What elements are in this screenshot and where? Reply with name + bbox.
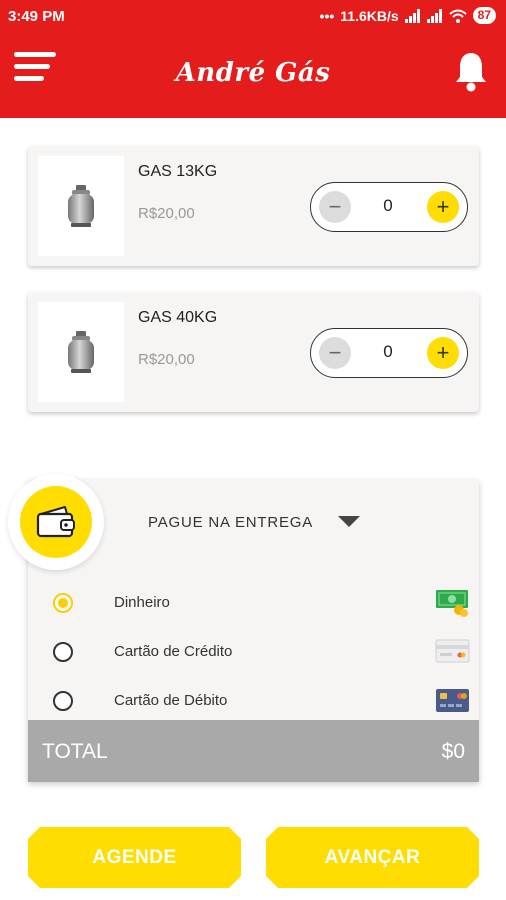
- bell-icon[interactable]: [454, 50, 488, 92]
- payment-option-credit-card[interactable]: Cartão de Crédito: [28, 635, 479, 675]
- payment-option-label: Dinheiro: [114, 594, 170, 611]
- status-indicators: ••• 11.6KB/s 87: [320, 7, 496, 24]
- quantity-stepper: − 0 +: [310, 182, 468, 232]
- network-speed: 11.6KB/s: [340, 7, 399, 24]
- radio-button[interactable]: [53, 642, 73, 662]
- status-dots: •••: [319, 7, 335, 24]
- gas-cylinder-icon: [68, 331, 94, 373]
- next-button[interactable]: AVANÇAR: [266, 827, 479, 888]
- credit-card-icon: [435, 639, 470, 663]
- wallet-icon-circle: [20, 486, 92, 558]
- debit-card-icon: [436, 689, 469, 712]
- product-card: GAS 13KG R$20,00 − 0 +: [28, 146, 479, 266]
- increase-button[interactable]: +: [427, 337, 459, 369]
- schedule-button[interactable]: AGENDE: [28, 827, 241, 888]
- product-price: R$20,00: [138, 351, 195, 368]
- payment-method-dropdown[interactable]: PAGUE NA ENTREGA: [148, 514, 313, 531]
- cash-icon: [436, 590, 468, 617]
- wallet-icon: [36, 506, 75, 538]
- product-price: R$20,00: [138, 205, 195, 222]
- signal-icon-2: [426, 8, 442, 23]
- app-header: 3:49 PM ••• 11.6KB/s 87 André Gás: [0, 0, 506, 118]
- gas-cylinder-icon: [68, 185, 94, 227]
- product-image: [38, 156, 124, 256]
- radio-button[interactable]: [53, 593, 73, 613]
- decrease-button[interactable]: −: [319, 191, 351, 223]
- signal-icon: [404, 8, 420, 23]
- payment-option-cash[interactable]: Dinheiro: [28, 586, 479, 626]
- product-image: [38, 302, 124, 402]
- total-label: TOTAL: [42, 740, 108, 763]
- radio-button[interactable]: [53, 691, 73, 711]
- battery-indicator: 87: [472, 7, 496, 24]
- product-name: GAS 40KG: [138, 309, 218, 326]
- product-name: GAS 13KG: [138, 163, 218, 180]
- increase-button[interactable]: +: [427, 191, 459, 223]
- wifi-icon: [448, 9, 467, 23]
- brand-logo: André Gás: [175, 58, 331, 88]
- total-value: $0: [441, 740, 465, 763]
- quantity-stepper: − 0 +: [310, 328, 468, 378]
- total-bar: TOTAL $0: [28, 720, 479, 782]
- payment-option-debit-card[interactable]: Cartão de Débito: [28, 684, 479, 724]
- product-card: GAS 40KG R$20,00 − 0 +: [28, 292, 479, 412]
- decrease-button[interactable]: −: [319, 337, 351, 369]
- quantity-value: 0: [383, 196, 393, 215]
- status-time: 3:49 PM: [8, 8, 65, 25]
- wallet-badge: [8, 474, 104, 570]
- payment-option-label: Cartão de Débito: [114, 692, 228, 709]
- dropdown-arrow-icon[interactable]: [338, 516, 360, 527]
- quantity-value: 0: [383, 342, 393, 361]
- payment-option-label: Cartão de Crédito: [114, 643, 233, 660]
